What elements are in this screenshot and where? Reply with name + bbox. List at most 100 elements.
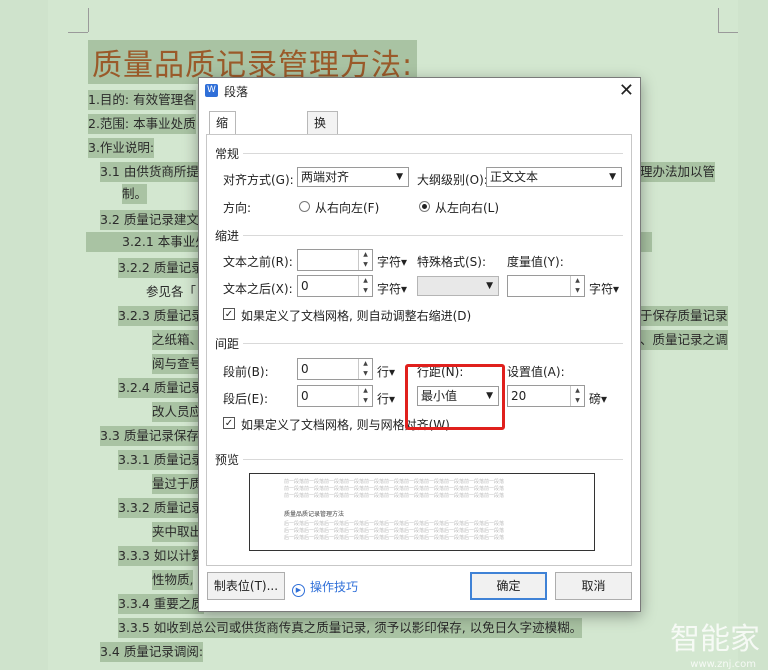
watermark-logo: 智能家 xyxy=(670,622,760,657)
tab-stops-button[interactable]: 制表位(T)... xyxy=(207,572,285,600)
space-before-input[interactable]: 0 ▲ ▼ xyxy=(297,358,373,380)
cancel-button[interactable]: 取消 xyxy=(555,572,632,600)
alignment-value: 两端对齐 xyxy=(301,170,350,184)
page-corner-mark xyxy=(718,8,719,32)
line-spacing-select[interactable]: 最小值 ▼ xyxy=(417,386,499,406)
chevron-down-icon: ▼ xyxy=(486,281,493,291)
doc-line: 性物质, xyxy=(152,570,194,590)
measure-input[interactable]: ▲ ▼ xyxy=(507,275,585,297)
wps-writer-icon: W xyxy=(205,84,218,97)
direction-label: 方向: xyxy=(223,201,252,215)
paragraph-dialog: W 段落 ✕ 缩进和间距(I) 换行和分页(P) 常规 对齐方式(G): 两端对… xyxy=(198,77,641,612)
indent-before-unit[interactable]: 字符▾ xyxy=(377,253,407,270)
special-format-select[interactable]: ▼ xyxy=(417,276,499,296)
doc-line: 参见各「 xyxy=(146,284,197,299)
doc-line: 改人员应 xyxy=(152,402,203,422)
grid-align-label[interactable]: 如果定义了文档网格, 则与网格对齐(W) xyxy=(241,416,450,433)
page-corner-mark xyxy=(88,8,89,32)
dialog-title: 段落 xyxy=(224,85,249,99)
space-before-label: 段前(B): xyxy=(223,365,269,379)
outline-label: 大纲级别(O): xyxy=(417,173,488,187)
preview-doc-line: 质量品质记录管理方法 xyxy=(284,511,345,518)
measure-unit[interactable]: 字符▾ xyxy=(589,280,619,297)
spinner-arrows-icon[interactable]: ▲ ▼ xyxy=(358,276,372,296)
rtl-radio[interactable] xyxy=(299,201,310,212)
doc-line: 于保存质量记录 xyxy=(640,306,728,326)
setting-value-input[interactable]: 20 ▲ ▼ xyxy=(507,385,585,407)
measure-label: 度量值(Y): xyxy=(507,255,564,269)
doc-line: 之纸箱、 xyxy=(152,330,203,350)
indent-before-input[interactable]: ▲ ▼ xyxy=(297,249,373,271)
doc-line: 3.3.1 质量记录 xyxy=(118,450,204,470)
spinner-arrows-icon[interactable]: ▲ ▼ xyxy=(358,250,372,270)
rtl-label[interactable]: 从右向左(F) xyxy=(315,199,379,216)
tab-line-page-break[interactable]: 换行和分页(P) xyxy=(307,111,338,240)
preview-prev-line: 前一段落前一段落前一段落前一段落前一段落前一段落前一段落前一段落前一段落前一段落… xyxy=(284,479,505,485)
doc-line: 、质量记录之调 xyxy=(640,330,728,350)
section-spacing: 间距 xyxy=(215,337,240,351)
doc-line: 2.范围: 本事业处质 xyxy=(88,114,196,134)
setting-value-label: 设置值(A): xyxy=(507,365,565,379)
doc-line: 3.2 质量记录建文 xyxy=(100,210,199,230)
tab-panel: 常规 对齐方式(G): 两端对齐 ▼ 大纲级别(O): 正文文本 ▼ 方向: 从… xyxy=(206,134,632,566)
indent-after-value: 0 xyxy=(301,279,309,293)
doc-line: 3.3 质量记录保存 xyxy=(100,426,199,446)
spinner-arrows-icon[interactable]: ▲ ▼ xyxy=(358,359,372,379)
section-preview: 预览 xyxy=(215,453,240,467)
doc-line: 3.3.5 如收到总公司或供货商传真之质量记录, 须予以影印保存, 以免日久字迹… xyxy=(118,618,583,638)
ltr-radio[interactable] xyxy=(419,201,430,212)
setting-unit[interactable]: 磅▾ xyxy=(589,390,607,407)
preview-prev-line: 前一段落前一段落前一段落前一段落前一段落前一段落前一段落前一段落前一段落前一段落… xyxy=(284,486,505,492)
doc-line: 3.2.3 质量记录 xyxy=(118,306,204,326)
alignment-select[interactable]: 两端对齐 ▼ xyxy=(297,167,409,187)
setting-value: 20 xyxy=(511,389,527,403)
spinner-arrows-icon[interactable]: ▲ ▼ xyxy=(570,276,584,296)
tips-label: 操作技巧 xyxy=(310,580,359,594)
space-after-input[interactable]: 0 ▲ ▼ xyxy=(297,385,373,407)
dialog-title-bar[interactable]: W 段落 ✕ xyxy=(199,78,640,104)
space-after-unit[interactable]: 行▾ xyxy=(377,390,395,407)
doc-line: 3.2.2 质量记录 xyxy=(118,258,204,278)
page-corner-mark xyxy=(68,32,88,33)
page-corner-mark xyxy=(718,32,738,33)
watermark-url: www.znj.com xyxy=(690,659,756,670)
doc-line: 制。 xyxy=(122,184,148,204)
ltr-label[interactable]: 从左向右(L) xyxy=(435,199,499,216)
chevron-down-icon: ▼ xyxy=(609,172,616,182)
doc-line: 3.4 质量记录调阅: xyxy=(100,642,204,662)
spinner-arrows-icon[interactable]: ▲ ▼ xyxy=(358,386,372,406)
play-icon: ▶ xyxy=(292,584,305,597)
ok-button[interactable]: 确定 xyxy=(470,572,547,600)
space-after-label: 段后(E): xyxy=(223,392,268,406)
space-before-unit[interactable]: 行▾ xyxy=(377,363,395,380)
special-format-label: 特殊格式(S): xyxy=(417,255,487,269)
doc-line: 3.3.3 如以计算 xyxy=(118,546,204,566)
section-indent: 缩进 xyxy=(215,229,240,243)
paragraph-preview: 前一段落前一段落前一段落前一段落前一段落前一段落前一段落前一段落前一段落前一段落… xyxy=(249,473,595,551)
tab-indent-spacing[interactable]: 缩进和间距(I) xyxy=(209,111,236,240)
auto-adjust-checkbox[interactable]: ✓ xyxy=(223,308,235,320)
doc-line: 理办法加以管 xyxy=(640,162,716,182)
close-icon[interactable]: ✕ xyxy=(619,80,634,101)
indent-after-input[interactable]: 0 ▲ ▼ xyxy=(297,275,373,297)
indent-after-label: 文本之后(X): xyxy=(223,282,293,296)
doc-line: 3.2.4 质量记录 xyxy=(118,378,204,398)
doc-line: 3.3.4 重要之质 xyxy=(118,594,204,614)
line-spacing-label: 行距(N): xyxy=(417,365,464,379)
preview-next-line: 后一段落后一段落后一段落后一段落后一段落后一段落后一段落后一段落后一段落后一段落… xyxy=(284,521,505,527)
chevron-down-icon: ▼ xyxy=(396,172,403,182)
divider xyxy=(243,153,623,154)
line-spacing-value: 最小值 xyxy=(421,389,458,403)
preview-prev-line: 前一段落前一段落前一段落前一段落前一段落前一段落前一段落前一段落前一段落前一段落… xyxy=(284,493,505,499)
outline-level-select[interactable]: 正文文本 ▼ xyxy=(486,167,622,187)
doc-line: 夹中取出 xyxy=(152,522,203,542)
indent-after-unit[interactable]: 字符▾ xyxy=(377,280,407,297)
doc-line: 3.3.2 质量记录 xyxy=(118,498,204,518)
chevron-down-icon: ▼ xyxy=(486,391,493,401)
auto-adjust-label[interactable]: 如果定义了文档网格, 则自动调整右缩进(D) xyxy=(241,307,471,324)
doc-line: 量过于质 xyxy=(152,474,203,494)
spinner-arrows-icon[interactable]: ▲ ▼ xyxy=(570,386,584,406)
tips-link[interactable]: ▶ 操作技巧 xyxy=(292,578,358,597)
grid-align-checkbox[interactable]: ✓ xyxy=(223,417,235,429)
divider xyxy=(243,343,623,344)
